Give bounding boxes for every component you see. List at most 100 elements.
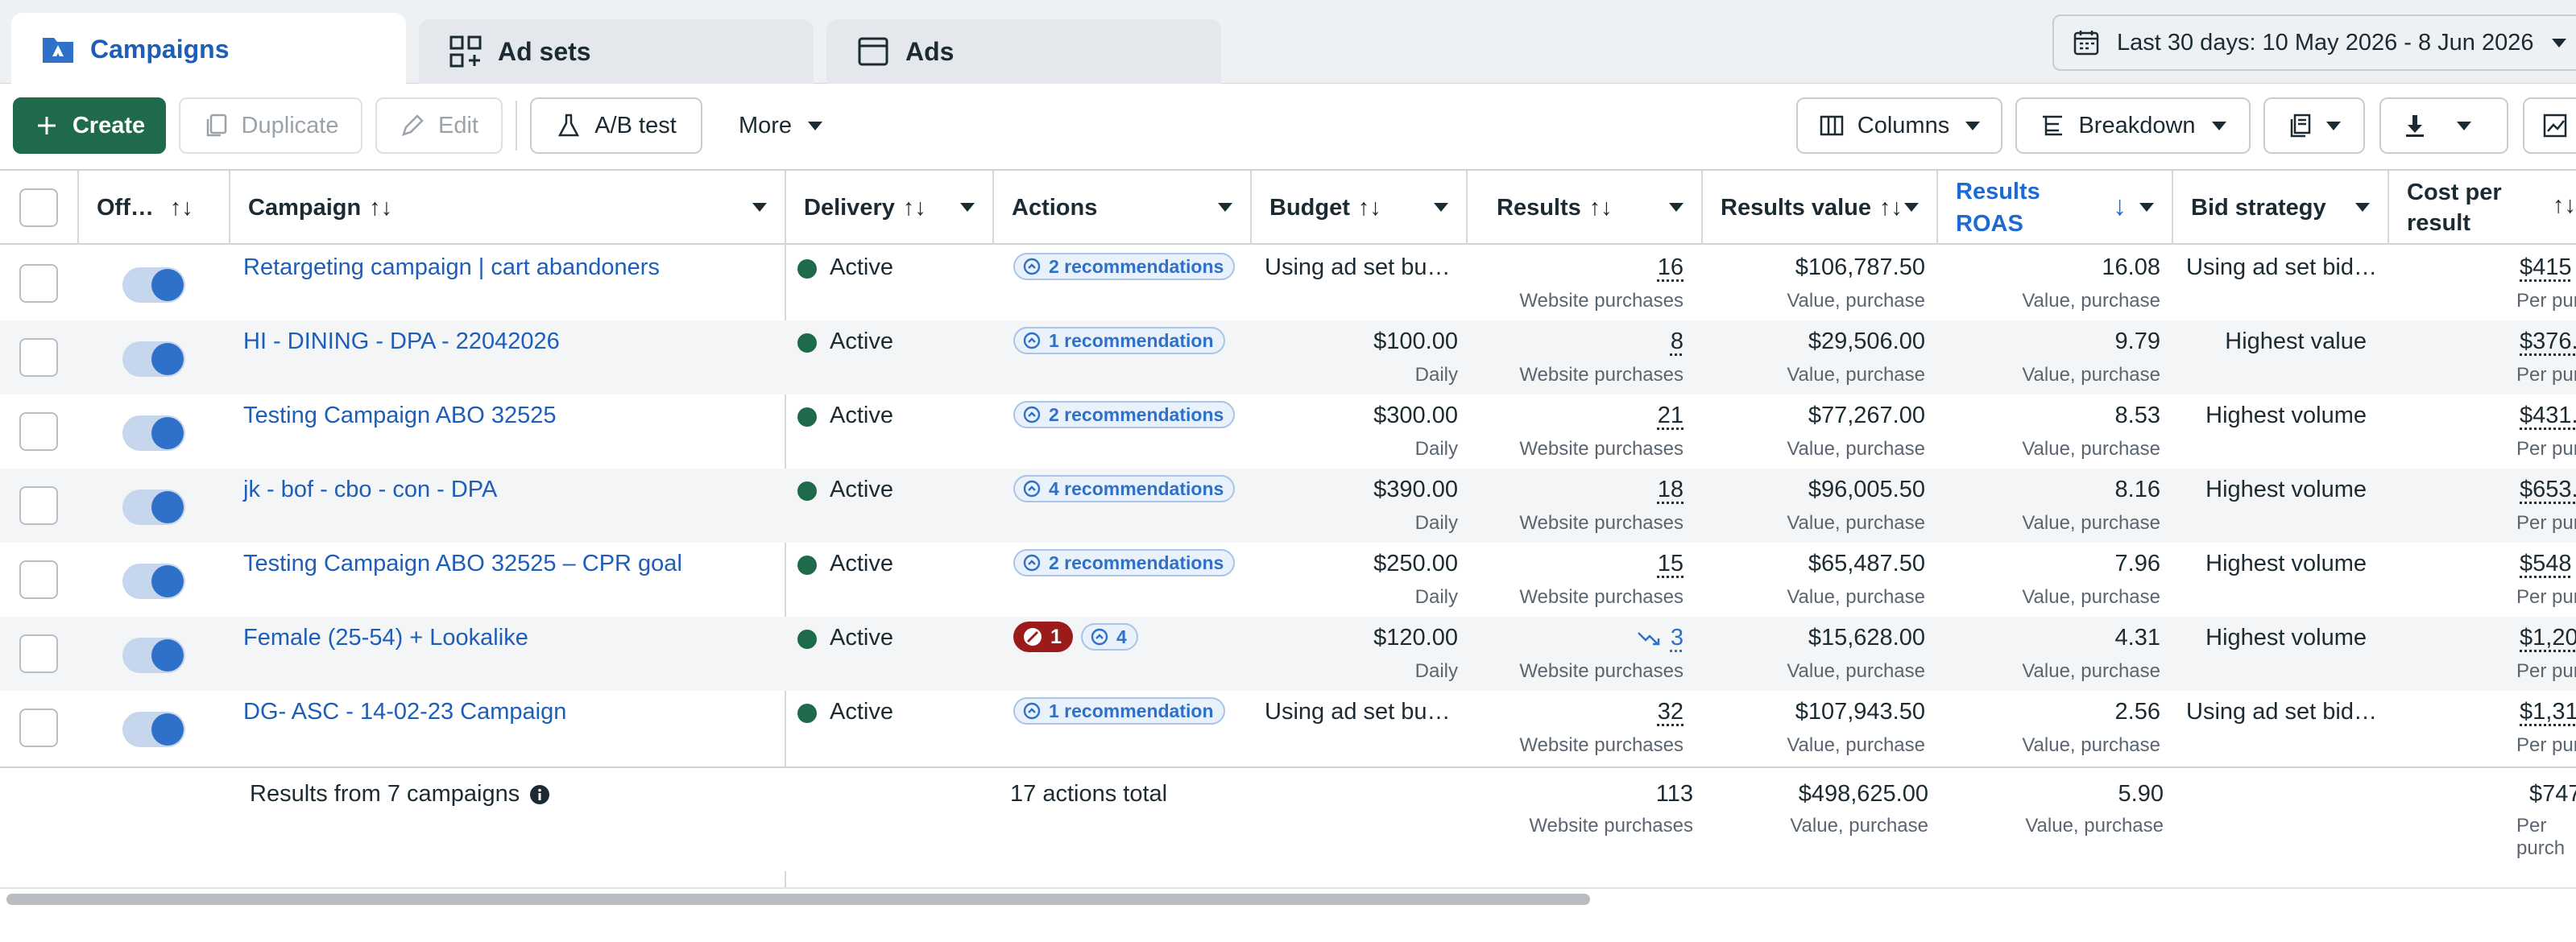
columns-button[interactable]: Columns	[1796, 97, 2002, 154]
table-row[interactable]: Female (25-54) + Lookalike Active 1 4 $1…	[0, 617, 2576, 691]
header-budget[interactable]: Budget ↑↓	[1252, 171, 1468, 245]
tab-ads[interactable]: Ads	[826, 19, 1221, 84]
campaign-toggle[interactable]	[122, 341, 185, 377]
sort-icon[interactable]: ↑↓	[1358, 195, 1381, 221]
chevron-down-icon[interactable]	[1669, 203, 1684, 212]
breakdown-button[interactable]: Breakdown	[2015, 97, 2251, 154]
chevron-down-icon[interactable]	[752, 203, 767, 212]
results-value[interactable]: 21	[1658, 403, 1684, 429]
row-checkbox[interactable]	[19, 486, 58, 525]
campaign-name-link[interactable]: Testing Campaign ABO 32525 – CPR goal	[243, 551, 682, 577]
row-checkbox[interactable]	[19, 560, 58, 599]
campaign-name-link[interactable]: DG- ASC - 14-02-23 Campaign	[243, 699, 566, 725]
table-row[interactable]: DG- ASC - 14-02-23 Campaign Active 1 rec…	[0, 691, 2576, 765]
campaign-toggle[interactable]	[122, 267, 185, 303]
results-value[interactable]: 16	[1658, 254, 1684, 281]
row-checkbox[interactable]	[19, 412, 58, 451]
chevron-down-icon[interactable]	[1434, 203, 1448, 212]
table-row[interactable]: Retargeting campaign | cart abandoners A…	[0, 246, 2576, 320]
recommendations-badge[interactable]: 1 recommendation	[1013, 327, 1225, 354]
campaign-toggle[interactable]	[122, 564, 185, 599]
table-row[interactable]: Testing Campaign ABO 32525 – CPR goal Ac…	[0, 543, 2576, 617]
recommendations-badge[interactable]: 2 recommendations	[1013, 549, 1235, 576]
cost-per-result[interactable]: $1,318.	[2520, 699, 2576, 725]
recommendations-badge[interactable]: 2 recommendations	[1013, 253, 1235, 280]
reports-button[interactable]	[2263, 97, 2365, 154]
results-number[interactable]: 8	[1671, 328, 1684, 354]
cost-per-result[interactable]: $431.	[2520, 403, 2576, 429]
table-row[interactable]: HI - DINING - DPA - 22042026 Active 1 re…	[0, 320, 2576, 395]
tab-campaigns[interactable]: Campaigns	[11, 13, 406, 85]
cost-per-result[interactable]: $376.	[2520, 328, 2576, 355]
results-number[interactable]: 15	[1658, 551, 1684, 576]
error-badge[interactable]: 1	[1013, 622, 1073, 652]
chevron-down-icon[interactable]	[2355, 203, 2370, 212]
export-button[interactable]	[2379, 97, 2508, 154]
select-all-checkbox[interactable]	[19, 188, 58, 227]
campaign-name-link[interactable]: Retargeting campaign | cart abandoners	[243, 254, 660, 281]
campaign-toggle[interactable]	[122, 490, 185, 525]
ab-test-button[interactable]: A/B test	[530, 97, 702, 154]
results-number[interactable]: 18	[1658, 477, 1684, 502]
recommendations-badge[interactable]: 1 recommendation	[1013, 697, 1225, 725]
campaign-name-link[interactable]: HI - DINING - DPA - 22042026	[243, 328, 560, 355]
sort-icon[interactable]: ↑↓	[369, 195, 392, 221]
campaign-name-link[interactable]: Female (25-54) + Lookalike	[243, 625, 528, 651]
header-actions[interactable]: Actions	[994, 171, 1252, 245]
chevron-down-icon[interactable]	[1904, 203, 1919, 212]
results-number[interactable]: 3	[1671, 625, 1684, 651]
results-value[interactable]: 8	[1671, 328, 1684, 355]
results-value[interactable]: 32	[1658, 699, 1684, 725]
recommendations-badge[interactable]: 4 recommendations	[1013, 475, 1235, 502]
header-results-roas[interactable]: Results ROAS ↓	[1938, 171, 2173, 245]
results-value[interactable]: 15	[1658, 551, 1684, 577]
campaign-toggle[interactable]	[122, 712, 185, 747]
results-value[interactable]: 3	[1637, 625, 1684, 651]
cost-per-result[interactable]: $653.	[2520, 477, 2576, 503]
info-icon[interactable]	[529, 784, 550, 805]
row-checkbox[interactable]	[19, 709, 58, 747]
row-checkbox[interactable]	[19, 634, 58, 673]
header-campaign[interactable]: Campaign ↑↓	[230, 171, 786, 245]
header-bid-strategy[interactable]: Bid strategy	[2173, 171, 2389, 245]
header-cost-per-result[interactable]: Cost per result ↑↓	[2389, 171, 2576, 245]
tab-ad-sets[interactable]: Ad sets	[419, 19, 814, 84]
horizontal-scrollbar[interactable]	[6, 894, 1590, 905]
header-results[interactable]: Results ↑↓	[1468, 171, 1703, 245]
row-checkbox[interactable]	[19, 264, 58, 303]
header-off[interactable]: Off… ↑↓	[79, 171, 230, 245]
chevron-down-icon[interactable]	[2139, 203, 2154, 212]
results-value[interactable]: 18	[1658, 477, 1684, 503]
sort-desc-icon[interactable]: ↓	[2113, 190, 2127, 222]
cost-per-result[interactable]: $1,209	[2520, 625, 2576, 651]
chevron-down-icon[interactable]	[1218, 203, 1232, 212]
header-results-value[interactable]: Results value ↑↓	[1703, 171, 1938, 245]
results-number[interactable]: 21	[1658, 403, 1684, 428]
cost-per-result[interactable]: $548	[2520, 551, 2572, 577]
campaign-toggle[interactable]	[122, 415, 185, 451]
table-row[interactable]: jk - bof - cbo - con - DPA Active 4 reco…	[0, 469, 2576, 543]
more-button[interactable]: More	[720, 97, 841, 154]
header-delivery[interactable]: Delivery ↑↓	[786, 171, 994, 245]
edit-button[interactable]: Edit	[375, 97, 503, 154]
sort-icon[interactable]: ↑↓	[1589, 195, 1613, 221]
chevron-down-icon[interactable]	[960, 203, 975, 212]
sort-icon[interactable]: ↑↓	[170, 195, 193, 221]
date-range-picker[interactable]: Last 30 days: 10 May 2026 - 8 Jun 2026	[2052, 14, 2576, 71]
row-checkbox[interactable]	[19, 338, 58, 377]
campaign-name-link[interactable]: Testing Campaign ABO 32525	[243, 403, 557, 429]
sort-icon[interactable]: ↑↓	[2553, 190, 2576, 221]
sort-icon[interactable]: ↑↓	[903, 195, 926, 221]
create-button[interactable]: Create	[13, 97, 166, 154]
recommendations-badge[interactable]: 2 recommendations	[1013, 401, 1235, 428]
duplicate-button[interactable]: Duplicate	[179, 97, 362, 154]
campaign-name-link[interactable]: jk - bof - cbo - con - DPA	[243, 477, 497, 503]
cost-per-result[interactable]: $415	[2520, 254, 2572, 281]
results-number[interactable]: 32	[1658, 699, 1684, 725]
campaign-toggle[interactable]	[122, 638, 185, 673]
recommendations-badge[interactable]: 4	[1081, 623, 1138, 651]
sort-icon[interactable]: ↑↓	[1879, 195, 1903, 221]
results-number[interactable]: 16	[1658, 254, 1684, 280]
charts-button[interactable]	[2523, 97, 2576, 154]
table-row[interactable]: Testing Campaign ABO 32525 Active 2 reco…	[0, 395, 2576, 469]
